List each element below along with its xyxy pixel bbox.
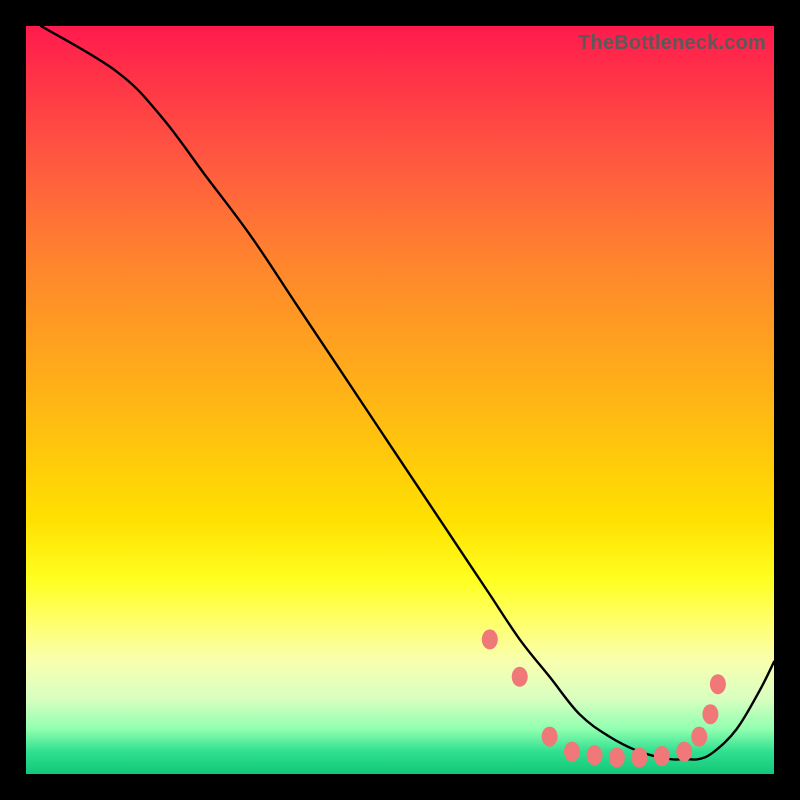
bottleneck-curve [41, 26, 774, 760]
plot-area: TheBottleneck.com [26, 26, 774, 774]
marker-dot [587, 745, 603, 765]
marker-dot [631, 748, 647, 768]
marker-dot [654, 746, 670, 766]
marker-dot [691, 727, 707, 747]
marker-dot [609, 748, 625, 768]
marker-dot [676, 742, 692, 762]
marker-dot [710, 674, 726, 694]
marker-dot [512, 667, 528, 687]
marker-dot [482, 629, 498, 649]
marker-dot [542, 727, 558, 747]
chart-frame: TheBottleneck.com [0, 0, 800, 800]
curve-markers [482, 629, 726, 767]
marker-dot [564, 742, 580, 762]
curve-layer [26, 26, 774, 774]
marker-dot [702, 704, 718, 724]
